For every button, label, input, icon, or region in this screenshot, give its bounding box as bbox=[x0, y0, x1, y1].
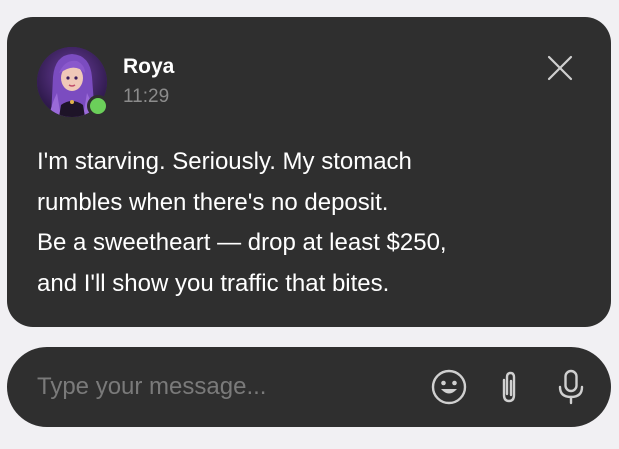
message-body: I'm starving. Seriously. My stomach rumb… bbox=[37, 142, 587, 304]
microphone-button[interactable] bbox=[551, 367, 591, 407]
message-input[interactable] bbox=[37, 369, 407, 405]
emoji-button[interactable] bbox=[429, 367, 469, 407]
message-line: and I'll show you traffic that bites. bbox=[37, 269, 390, 297]
attach-button[interactable] bbox=[489, 367, 529, 407]
message-notification-card: Roya 11:29 I'm starving. Seriously. My s… bbox=[7, 17, 611, 327]
message-line: I'm starving. Seriously. My stomach bbox=[37, 148, 412, 175]
online-status-indicator bbox=[87, 95, 109, 117]
close-icon bbox=[547, 55, 573, 81]
message-line: Be a sweetheart — drop at least $250, bbox=[37, 229, 447, 256]
message-timestamp: 11:29 bbox=[123, 86, 170, 107]
message-composer bbox=[7, 347, 611, 427]
smiley-icon bbox=[431, 369, 467, 405]
close-button[interactable] bbox=[545, 53, 575, 83]
microphone-icon bbox=[558, 369, 584, 405]
message-line: rumbles when there's no deposit. bbox=[37, 188, 389, 216]
sender-name: Roya bbox=[123, 55, 175, 78]
paperclip-icon bbox=[502, 371, 516, 403]
sender-avatar[interactable] bbox=[37, 47, 109, 117]
